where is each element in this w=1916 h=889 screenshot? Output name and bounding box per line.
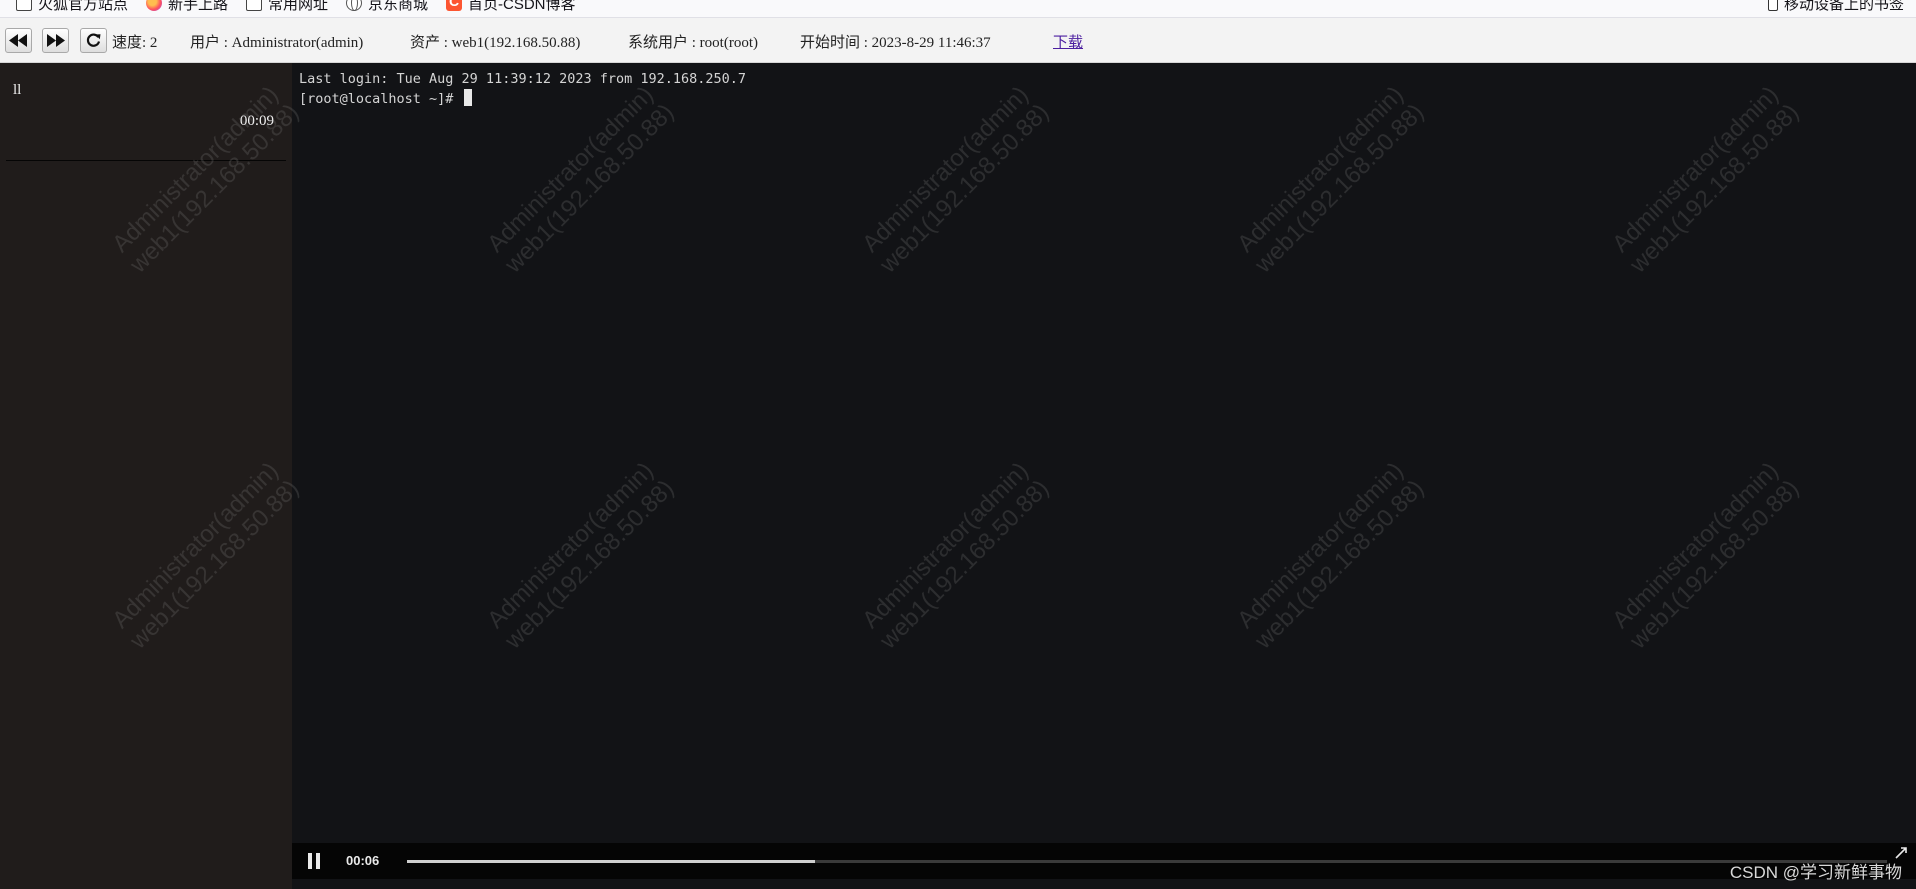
- terminal-line-last-login: Last login: Tue Aug 29 11:39:12 2023 fro…: [299, 71, 747, 87]
- bookmark-item[interactable]: 火狐官方站点: [16, 0, 128, 14]
- fast-forward-button[interactable]: [42, 28, 69, 53]
- mobile-device-icon: [1768, 0, 1778, 11]
- bookmark-label: 新手上路: [168, 0, 229, 13]
- download-link[interactable]: 下载: [1053, 31, 1083, 52]
- mobile-bookmarks-item[interactable]: 移动设备上的书签: [1768, 0, 1904, 14]
- command-text: ll: [13, 82, 22, 98]
- start-time-label: 开始时间 : 2023-8-29 11:46:37: [800, 35, 991, 51]
- rewind-button[interactable]: [5, 28, 32, 53]
- progress-fill: [407, 860, 816, 863]
- command-divider: [6, 160, 286, 161]
- folder-icon: [246, 0, 262, 11]
- terminal-line-prompt: [root@localhost ~]#: [299, 89, 472, 109]
- bookmark-label: 移动设备上的书签: [1784, 0, 1905, 13]
- replay-toolbar: 速度: 2 用户 : Administrator(admin) 资产 : web…: [0, 18, 1916, 63]
- command-list-panel: ll 00:09: [0, 63, 292, 889]
- bookmark-item[interactable]: 常用网址: [246, 0, 328, 14]
- terminal-screen[interactable]: Last login: Tue Aug 29 11:39:12 2023 fro…: [292, 63, 1916, 843]
- rewind-icon: [9, 34, 27, 47]
- pause-button[interactable]: [306, 853, 322, 869]
- bookmark-label: 火狐官方站点: [38, 0, 129, 13]
- user-label: 用户 : Administrator(admin): [190, 35, 364, 51]
- bookmark-label: 京东商城: [368, 0, 429, 13]
- bookmarks-toolbar: 火狐官方站点 新手上路 常用网址 京东商城 首页-CSDN博客 移动设备上的书签: [0, 0, 1916, 18]
- folder-icon: [16, 0, 32, 11]
- terminal-bottom-strip: [292, 879, 1916, 889]
- current-time: 00:06: [346, 853, 380, 868]
- bookmark-label: 首页-CSDN博客: [468, 0, 576, 13]
- asset-label: 资产 : web1(192.168.50.88): [410, 35, 581, 51]
- progress-bar[interactable]: [407, 860, 1887, 863]
- refresh-button[interactable]: [80, 28, 107, 53]
- firefox-icon: [146, 0, 162, 11]
- bookmark-item[interactable]: 京东商城: [346, 0, 428, 14]
- system-user-label: 系统用户 : root(root): [628, 35, 758, 51]
- speed-label: 速度: 2: [112, 35, 158, 51]
- fast-forward-icon: [47, 34, 65, 47]
- csdn-icon: [446, 0, 462, 11]
- command-timestamp: 00:09: [239, 113, 274, 129]
- terminal-prompt: [root@localhost ~]#: [299, 91, 462, 107]
- bookmark-item[interactable]: 新手上路: [146, 0, 228, 14]
- player-control-bar: 00:06: [292, 843, 1916, 879]
- globe-icon: [346, 0, 362, 11]
- terminal-cursor: [463, 89, 472, 106]
- bookmark-label: 常用网址: [268, 0, 329, 13]
- page-watermark: CSDN @学习新鲜事物: [1729, 863, 1902, 882]
- refresh-icon: [86, 33, 101, 47]
- bookmark-item[interactable]: 首页-CSDN博客: [446, 0, 576, 14]
